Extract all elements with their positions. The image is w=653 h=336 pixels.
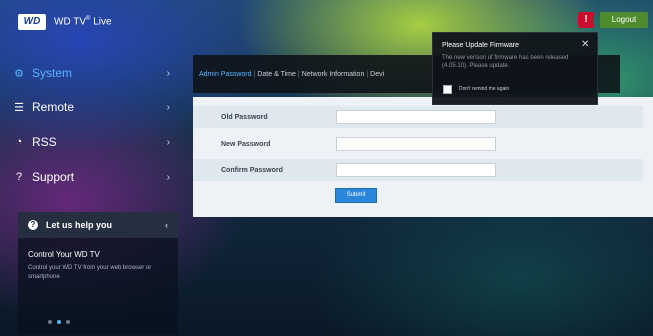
close-icon[interactable]: ✕: [581, 39, 589, 50]
sidebar: ⚙ System › ☰ Remote › ◔ RSS › ? Support …: [0, 52, 180, 202]
password-form: Old Password New Password Confirm Passwo…: [193, 97, 653, 217]
confirm-password-field[interactable]: [336, 163, 496, 177]
carousel-dot-active[interactable]: [57, 320, 61, 324]
old-password-label: Old Password: [221, 113, 268, 121]
sidebar-item-rss[interactable]: ◔ RSS ›: [0, 125, 180, 159]
form-row-confirm-password: Confirm Password: [193, 159, 643, 181]
alert-icon[interactable]: !: [578, 12, 594, 28]
sidebar-item-remote[interactable]: ☰ Remote ›: [0, 90, 180, 124]
sidebar-item-system[interactable]: ⚙ System ›: [0, 56, 180, 90]
app-title: WD TV® Live: [54, 16, 112, 27]
help-body: Control your WD TV from your web browser…: [28, 265, 152, 280]
old-password-field[interactable]: [336, 110, 496, 124]
notification-title: Please Update Firmware: [442, 42, 520, 49]
form-row-old-password: Old Password: [193, 106, 643, 128]
wd-logo: WD: [18, 14, 46, 30]
submit-button[interactable]: Submit: [335, 188, 377, 203]
notification-body: The new version of firmware has been rel…: [442, 55, 569, 69]
chevron-right-icon: ›: [166, 67, 170, 79]
carousel-dot[interactable]: [66, 320, 70, 324]
dont-remind-checkbox[interactable]: [443, 85, 452, 94]
help-icon: ?: [28, 220, 38, 230]
sidebar-item-label: Remote: [32, 100, 75, 114]
tab-device[interactable]: Devi: [368, 71, 386, 78]
tab-network-information[interactable]: Network Information: [300, 71, 367, 78]
list-icon: ☰: [14, 101, 24, 114]
sidebar-item-label: Support: [32, 170, 75, 184]
app-title-text: WD TV: [54, 16, 87, 28]
help-header[interactable]: ? Let us help you ‹: [18, 212, 178, 238]
sidebar-item-support[interactable]: ? Support ›: [0, 160, 180, 194]
tab-date-time[interactable]: Date & Time: [255, 71, 298, 78]
question-icon: ?: [15, 171, 23, 183]
help-header-label: Let us help you: [46, 220, 113, 230]
chevron-right-icon: ›: [166, 171, 170, 183]
chevron-right-icon: ›: [166, 101, 170, 113]
dont-remind-label: Don't remind me again: [459, 86, 510, 92]
tab-admin-password[interactable]: Admin Password: [193, 71, 254, 78]
form-row-new-password: New Password: [193, 133, 643, 155]
carousel-dots: [48, 320, 70, 324]
new-password-label: New Password: [221, 140, 271, 148]
sidebar-item-label: RSS: [32, 135, 57, 149]
confirm-password-label: Confirm Password: [221, 166, 283, 174]
help-panel: ? Let us help you ‹ Control Your WD TV C…: [18, 212, 178, 334]
gear-icon: ⚙: [14, 67, 24, 80]
new-password-field[interactable]: [336, 137, 496, 151]
help-title: Control Your WD TV: [28, 250, 100, 259]
firmware-update-notification: Please Update Firmware ✕ The new version…: [432, 32, 598, 105]
rss-icon: ◔: [15, 136, 23, 148]
carousel-dot[interactable]: [48, 320, 52, 324]
logout-label: Logout: [611, 15, 637, 24]
sidebar-item-label: System: [32, 66, 73, 80]
logout-button[interactable]: Logout: [600, 12, 648, 28]
chevron-right-icon: ›: [166, 136, 170, 148]
chevron-left-icon: ‹: [165, 220, 168, 230]
app-title-suffix: Live: [90, 16, 112, 28]
